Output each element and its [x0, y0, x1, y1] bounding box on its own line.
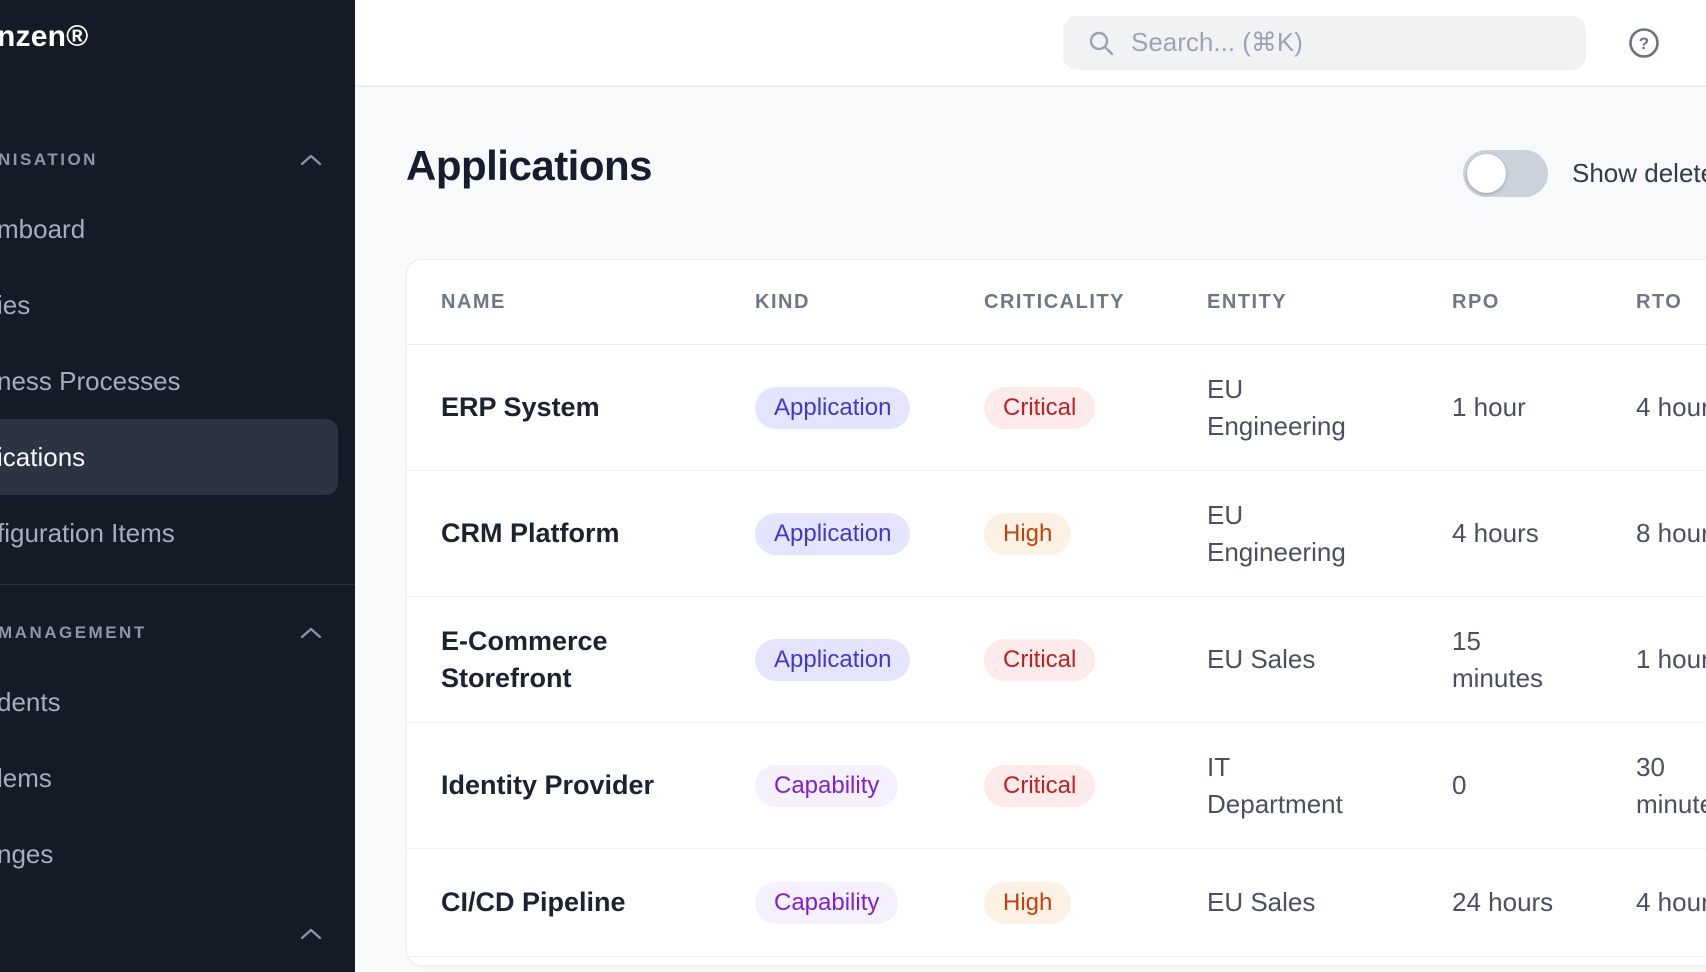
cell-rto: 8 hours [1636, 515, 1706, 552]
table-row[interactable]: Identity Provider Capability Critical IT… [407, 723, 1706, 849]
sidebar-section-header[interactable]: MANAGEMENT [0, 623, 355, 643]
cell-entity: EU Sales [1207, 884, 1315, 921]
cell-name: Identity Provider [441, 767, 654, 804]
sidebar-item[interactable]: ications [0, 419, 338, 495]
brand-logo: nzen® [0, 20, 355, 54]
sidebar-section-header[interactable]: NISATION [0, 150, 355, 170]
cell-entity: EU Sales [1207, 641, 1315, 678]
toggle-knob [1467, 154, 1506, 193]
sidebar-item[interactable]: lems [0, 740, 338, 816]
chevron-up-icon [300, 627, 322, 639]
sidebar-section-label: MANAGEMENT [0, 623, 147, 643]
show-deleted-label: Show deleted [1572, 158, 1706, 189]
cell-rto: 30 minutes [1636, 749, 1706, 823]
cell-entity: IT Department [1207, 749, 1367, 823]
sidebar-item-label: ness Processes [0, 366, 181, 397]
cell-rpo: 1 hour [1452, 389, 1526, 426]
criticality-badge: High [984, 513, 1071, 555]
kind-badge: Application [755, 513, 910, 555]
cell-entity: EU Engineering [1207, 371, 1367, 445]
cell-name: CRM Platform [441, 515, 620, 552]
cell-entity: EU Engineering [1207, 497, 1367, 571]
cell-name: ERP System [441, 389, 600, 426]
cell-rpo: 4 hours [1452, 515, 1539, 552]
sidebar: nzen® NISATION mboard ies ness Processes… [0, 0, 355, 972]
kind-badge: Capability [755, 882, 898, 924]
show-deleted-toggle[interactable] [1463, 150, 1548, 197]
column-header: NAME [407, 291, 506, 314]
sidebar-item[interactable]: mboard [0, 191, 338, 267]
criticality-badge: Critical [984, 387, 1095, 429]
applications-table: NAME KIND CRITICALITY ENTITY RPO RTO ERP… [406, 259, 1706, 966]
criticality-badge: High [984, 882, 1071, 924]
table-row[interactable]: CRM Platform Application High EU Enginee… [407, 471, 1706, 597]
sidebar-item[interactable]: ness Processes [0, 343, 338, 419]
cell-rto: 4 hours [1636, 884, 1706, 921]
svg-text:?: ? [1639, 34, 1649, 53]
show-deleted-toggle-group: Show deleted [1463, 150, 1706, 197]
cell-rto: 1 hour [1636, 641, 1706, 678]
sidebar-item-label: dents [0, 687, 61, 718]
page-header: Applications Show deleted [355, 89, 1706, 259]
kind-badge: Capability [755, 765, 898, 807]
help-icon[interactable]: ? [1627, 26, 1661, 60]
sidebar-item[interactable]: ies [0, 267, 338, 343]
sidebar-nav: NISATION mboard ies ness Processes icati… [0, 150, 355, 892]
sidebar-item-label: ies [0, 290, 30, 321]
sidebar-section-label: NISATION [0, 150, 98, 170]
kind-badge: Application [755, 387, 910, 429]
column-header: RTO [1636, 291, 1682, 314]
main-content: Applications Show deleted NAME KIND CRIT… [355, 89, 1706, 972]
sidebar-item-label: figuration Items [0, 518, 175, 549]
kind-badge: Application [755, 639, 910, 681]
cell-name: CI/CD Pipeline [441, 884, 626, 921]
cell-rpo: 0 [1452, 767, 1466, 804]
sidebar-section-items: mboard ies ness Processes ications figur… [0, 191, 355, 571]
search-input[interactable] [1131, 27, 1562, 58]
sidebar-section-items: dents lems nges [0, 664, 355, 892]
criticality-badge: Critical [984, 765, 1095, 807]
column-header: KIND [755, 291, 810, 314]
table-row[interactable]: E-Commerce Storefront Application Critic… [407, 597, 1706, 723]
chevron-up-icon [300, 928, 322, 940]
sidebar-item[interactable]: dents [0, 664, 338, 740]
table-row[interactable]: ERP System Application Critical EU Engin… [407, 345, 1706, 471]
search-box[interactable] [1063, 16, 1586, 70]
sidebar-item[interactable]: figuration Items [0, 495, 338, 571]
sidebar-item-label: lems [0, 763, 52, 794]
topbar: ? [355, 0, 1706, 87]
column-header: CRITICALITY [984, 291, 1125, 314]
sidebar-section: NISATION mboard ies ness Processes icati… [0, 150, 355, 571]
cell-rto: 4 hours [1636, 389, 1706, 426]
sidebar-item[interactable]: nges [0, 816, 338, 892]
table-body: ERP System Application Critical EU Engin… [407, 345, 1706, 957]
sidebar-collapsed-section[interactable] [0, 928, 355, 940]
chevron-up-icon [300, 154, 322, 166]
table-header-row: NAME KIND CRITICALITY ENTITY RPO RTO [407, 260, 1706, 345]
sidebar-item-label: nges [0, 839, 53, 870]
cell-rpo: 24 hours [1452, 884, 1553, 921]
criticality-badge: Critical [984, 639, 1095, 681]
search-icon [1087, 29, 1115, 57]
table-row[interactable]: CI/CD Pipeline Capability High EU Sales … [407, 849, 1706, 957]
cell-rpo: 15 minutes [1452, 623, 1572, 697]
sidebar-item-label: ications [0, 442, 85, 473]
cell-name: E-Commerce Storefront [441, 623, 681, 697]
column-header: ENTITY [1207, 291, 1287, 314]
column-header: RPO [1452, 291, 1500, 314]
sidebar-section: MANAGEMENT dents lems nges [0, 584, 355, 892]
sidebar-item-label: mboard [0, 214, 85, 245]
